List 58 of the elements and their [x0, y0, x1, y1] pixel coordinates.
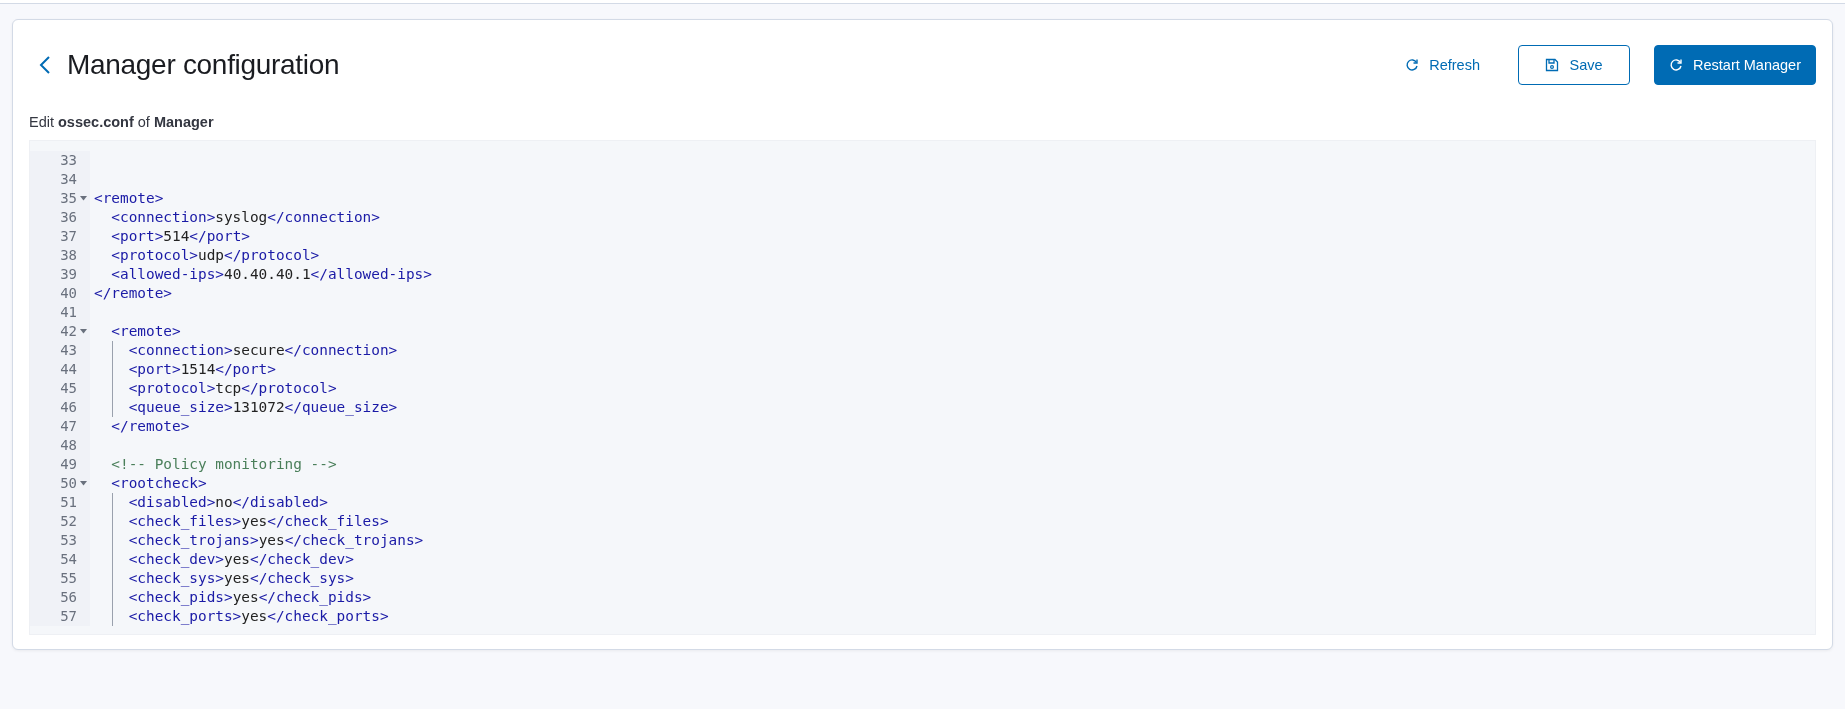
line-number: 37: [60, 227, 77, 246]
line-number: 36: [60, 208, 77, 227]
code-line: <check_trojans>yes</check_trojans>: [127, 532, 424, 548]
code-line: <connection>secure</connection>: [127, 342, 398, 358]
line-number: 47: [60, 417, 77, 436]
code-line: <queue_size>131072</queue_size>: [127, 399, 398, 415]
line-number: 34: [60, 170, 77, 189]
line-number: 46: [60, 398, 77, 417]
line-number: 41: [60, 303, 77, 322]
refresh-icon: [1405, 58, 1420, 72]
line-number: 50: [60, 474, 77, 493]
code-line: <check_pids>yes</check_pids>: [127, 589, 372, 605]
line-number: 57: [60, 607, 77, 626]
fold-caret-icon[interactable]: [80, 196, 87, 201]
code-line: <check_files>yes</check_files>: [127, 513, 389, 529]
code-line: <protocol>udp</protocol>: [110, 247, 320, 263]
code-line: <check_sys>yes</check_sys>: [127, 570, 354, 586]
line-number: 43: [60, 341, 77, 360]
refresh-icon: [1669, 58, 1683, 72]
code-line: <disabled>no</disabled>: [127, 494, 328, 510]
code-line: <!-- Policy monitoring -->: [110, 456, 337, 472]
code-line: <rootcheck>: [110, 475, 207, 491]
code-line: <check_dev>yes</check_dev>: [127, 551, 354, 567]
code-line: <port>514</port>: [110, 228, 250, 244]
line-number: 35: [60, 189, 77, 208]
fold-caret-icon[interactable]: [80, 481, 87, 486]
line-number: 39: [60, 265, 77, 284]
file-caption: Edit ossec.conf of Manager: [29, 114, 215, 130]
restart-button[interactable]: Restart Manager: [1654, 45, 1816, 85]
save-icon: [1545, 58, 1560, 72]
line-number: 52: [60, 512, 77, 531]
back-button[interactable]: [39, 55, 51, 75]
line-number: 33: [60, 151, 77, 170]
line-number: 44: [60, 360, 77, 379]
line-number: 40: [60, 284, 77, 303]
line-number: 51: [60, 493, 77, 512]
save-button[interactable]: Save: [1518, 45, 1630, 85]
page-title: Manager configuration: [67, 49, 340, 81]
code-line: </remote>: [94, 285, 172, 301]
code-line: <check_ports>yes</check_ports>: [127, 608, 389, 624]
code-line: <port>1514</port>: [127, 361, 276, 377]
line-number: 38: [60, 246, 77, 265]
code-line: <connection>syslog</connection>: [110, 209, 380, 225]
code-line: <protocol>tcp</protocol>: [127, 380, 337, 396]
line-number: 45: [60, 379, 77, 398]
line-number: 49: [60, 455, 77, 474]
refresh-button[interactable]: Refresh: [1391, 45, 1494, 85]
line-number: 55: [60, 569, 77, 588]
code-line: <remote>: [110, 323, 181, 339]
line-number: 56: [60, 588, 77, 607]
line-number: 53: [60, 531, 77, 550]
line-number: 48: [60, 436, 77, 455]
code-line: <allowed-ips>40.40.40.1</allowed-ips>: [110, 266, 432, 282]
code-line: <remote>: [94, 190, 164, 206]
line-number: 54: [60, 550, 77, 569]
code-line: </remote>: [110, 418, 190, 434]
line-number: 42: [60, 322, 77, 341]
fold-caret-icon[interactable]: [80, 329, 87, 334]
